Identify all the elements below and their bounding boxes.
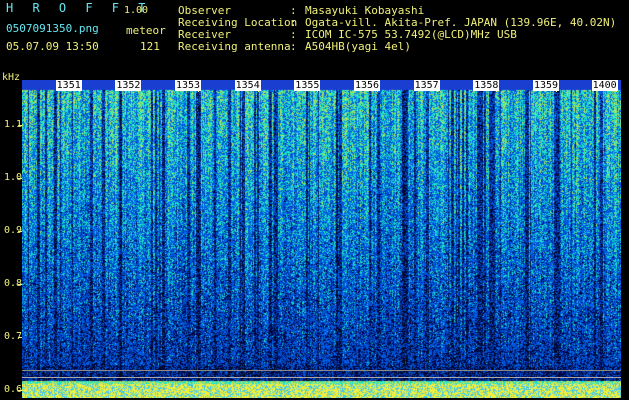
- x-tick-text: 1359: [532, 80, 560, 91]
- x-tick-text: 1351: [55, 80, 82, 91]
- baseline-marker: [22, 377, 621, 378]
- info-value: A504HB(yagi 4el): [305, 40, 411, 53]
- x-tick-text: 1355: [294, 80, 321, 91]
- x-tick-label: 1358: [473, 80, 500, 91]
- x-tick-label: 1354: [234, 80, 261, 91]
- x-tick-text: 1353: [174, 80, 202, 91]
- meteor-count: 121: [140, 40, 160, 53]
- x-tick-text: 1354: [234, 80, 261, 91]
- x-tick-label: 1400: [591, 80, 618, 91]
- x-tick-label: 1359: [532, 80, 560, 91]
- datetime: 05.07.09 13:50: [6, 40, 99, 53]
- x-tick-label: 1352: [115, 80, 142, 91]
- x-tick-label: 1357: [413, 80, 440, 91]
- x-tick-text: 1352: [115, 80, 142, 91]
- x-tick-label: 1355: [294, 80, 321, 91]
- x-tick-text: 1358: [473, 80, 500, 91]
- x-tick-text: 1356: [353, 80, 381, 91]
- x-tick-label: 1351: [55, 80, 82, 91]
- meteor-label: meteor: [126, 24, 166, 37]
- x-tick-label: 1356: [353, 80, 381, 91]
- info-sep: :: [290, 40, 297, 53]
- x-tick-text: 1400: [591, 80, 618, 91]
- baseline-marker: [22, 370, 621, 371]
- spectrogram-canvas: [22, 80, 621, 398]
- y-axis-unit: kHz: [2, 72, 21, 83]
- app-version: 1.00: [124, 5, 149, 16]
- x-tick-text: 1357: [413, 80, 440, 91]
- x-tick-label: 1353: [174, 80, 202, 91]
- info-key: Receiving antenna: [178, 40, 291, 53]
- file-name: 0507091350.png: [6, 22, 99, 35]
- spectrogram-plot[interactable]: 1351 1352 1353 1354 1355 1356 1357 1358 1359 1400: [22, 80, 621, 398]
